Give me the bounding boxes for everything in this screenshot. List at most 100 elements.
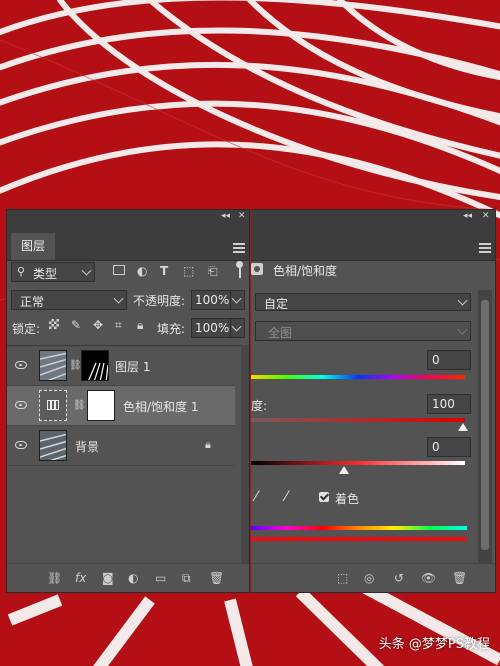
properties-panel-titlebar[interactable]: ◂◂ ✕ <box>251 210 495 223</box>
search-icon: ⚲ <box>17 265 26 278</box>
hue-spectrum-bar <box>251 375 465 379</box>
layers-panel-titlebar[interactable]: ◂◂ ✕ <box>7 210 249 223</box>
lightness-bar <box>251 461 465 465</box>
layers-list: ⛓︎ 图层 1 ⛓︎ 色相/饱和度 1 背景 🔒︎ <box>7 345 241 468</box>
filter-toggle-track <box>239 268 241 278</box>
layers-bottom-toolbar: ⛓︎ fx ◙ ◐ ▭ ⧉ 🗑︎ <box>7 563 249 592</box>
saturation-slider-thumb[interactable] <box>458 423 468 431</box>
panel-menu-icon[interactable] <box>479 243 491 253</box>
lock-transparent-icon[interactable] <box>49 319 59 329</box>
layer-thumbnail <box>39 430 67 461</box>
layer-row[interactable]: 背景 🔒︎ <box>7 426 235 466</box>
opacity-label: 不透明度: <box>133 294 186 308</box>
saturation-value: 100 <box>432 397 455 411</box>
fill-input[interactable]: 100% <box>191 318 245 338</box>
lock-icon[interactable]: 🔒︎ <box>205 438 211 452</box>
adjustment-title: 色相/饱和度 <box>273 264 338 278</box>
filter-smart-object-icon[interactable]: ⎗ <box>208 264 218 278</box>
chevron-down-icon <box>457 324 468 335</box>
lock-artboard-icon[interactable]: ⌗ <box>115 318 122 332</box>
filter-pixel-icon[interactable] <box>113 265 125 275</box>
opacity-dropdown[interactable] <box>230 291 231 309</box>
lock-brush-icon[interactable]: ✎ <box>71 318 81 332</box>
opacity-input[interactable]: 100% <box>191 290 245 310</box>
blend-mode-value: 正常 <box>20 295 45 309</box>
filter-shape-icon[interactable]: ⬚ <box>183 264 194 278</box>
source-color-bar <box>251 526 467 530</box>
blend-mode-select[interactable]: 正常 <box>11 290 127 310</box>
new-layer-icon[interactable]: ⧉ <box>182 571 191 585</box>
lock-position-icon[interactable]: ✥ <box>93 318 103 332</box>
filter-adjustment-icon[interactable]: ◐ <box>137 264 147 278</box>
hue-input[interactable]: 0 <box>427 350 471 370</box>
collapse-icon[interactable]: ◂◂ <box>463 210 472 223</box>
saturation-input[interactable]: 100 <box>427 394 471 414</box>
new-adjustment-layer-icon[interactable]: ◐ <box>128 571 138 585</box>
chevron-down-icon <box>231 293 242 304</box>
tab-layers[interactable]: 图层 <box>11 233 55 260</box>
result-color-bar <box>251 537 467 541</box>
link-layers-icon[interactable]: ⛓︎ <box>47 571 62 585</box>
delete-adjustment-icon[interactable]: 🗑︎ <box>452 571 467 585</box>
close-icon[interactable]: ✕ <box>238 210 246 223</box>
panel-menu-icon[interactable] <box>233 243 245 253</box>
layer-row-selected[interactable]: ⛓︎ 色相/饱和度 1 <box>7 386 235 426</box>
clip-to-layer-icon[interactable]: ⬚ <box>337 571 348 585</box>
colorize-checkbox[interactable] <box>319 492 329 502</box>
layer-filter-label: 类型 <box>33 267 58 281</box>
layer-row[interactable]: ⛓︎ 图层 1 <box>7 346 235 386</box>
layers-panel: ◂◂ ✕ 图层 ⚲ 类型 ◐ T ⬚ ⎗ 正常 不透明度: 100% 锁定: ✎… <box>6 209 250 593</box>
visibility-eye-icon[interactable] <box>15 441 27 449</box>
fill-label: 填充: <box>157 322 186 336</box>
properties-tab-row <box>251 223 495 261</box>
adjustment-mask-dot <box>254 266 260 272</box>
mask-link-icon[interactable]: ⛓︎ <box>73 399 86 413</box>
layers-tab-row: 图层 <box>7 223 249 261</box>
properties-scrollbar-thumb[interactable] <box>481 300 489 550</box>
saturation-bar <box>251 418 465 422</box>
fx-icon[interactable]: fx <box>75 571 86 585</box>
layers-scrollbar[interactable] <box>241 345 249 563</box>
filter-toggle-icon[interactable] <box>236 261 243 268</box>
eyedropper-subtract-icon[interactable]: ⁄ <box>285 490 287 504</box>
mask-link-icon[interactable]: ⛓︎ <box>69 359 82 373</box>
reset-icon[interactable]: ↺ <box>394 571 404 585</box>
visibility-eye-icon[interactable] <box>15 361 27 369</box>
chevron-down-icon <box>113 293 124 304</box>
layer-name: 背景 <box>75 440 100 454</box>
adjustment-layer-icon <box>39 390 67 421</box>
lightness-slider-thumb[interactable] <box>339 466 349 474</box>
new-group-icon[interactable]: ▭ <box>155 571 166 585</box>
preset-select[interactable]: 自定 <box>255 293 471 311</box>
properties-bottom-toolbar: ⬚ ◎ ↺ 👁︎ 🗑︎ <box>251 563 495 592</box>
preset-value: 自定 <box>264 297 289 311</box>
hue-value: 0 <box>432 353 440 367</box>
layer-thumbnail <box>39 350 67 381</box>
opacity-value: 100% <box>195 293 230 307</box>
lightness-input[interactable]: 0 <box>427 437 471 457</box>
fill-dropdown[interactable] <box>230 319 231 337</box>
layer-mask-thumbnail[interactable] <box>81 350 109 381</box>
chevron-down-icon <box>231 321 242 332</box>
lightness-value: 0 <box>432 440 440 454</box>
eyedropper-add-icon[interactable]: ⁄ <box>255 490 257 504</box>
filter-type-icon[interactable]: T <box>160 264 168 278</box>
visibility-eye-icon[interactable] <box>15 401 27 409</box>
lock-label: 锁定: <box>12 322 41 336</box>
layer-mask-thumbnail[interactable] <box>87 390 115 421</box>
channel-value: 全图 <box>268 326 293 340</box>
collapse-icon[interactable]: ◂◂ <box>221 210 230 223</box>
layer-name: 色相/饱和度 1 <box>123 400 199 414</box>
colorize-label: 着色 <box>335 492 360 506</box>
lock-all-icon[interactable]: 🔒︎ <box>137 318 143 332</box>
layer-name: 图层 1 <box>115 360 151 374</box>
add-mask-icon[interactable]: ◙ <box>102 571 114 585</box>
chevron-down-icon <box>457 295 468 306</box>
toggle-visibility-eye-icon[interactable]: 👁︎ <box>421 571 436 585</box>
channel-select[interactable]: 全图 <box>255 321 471 341</box>
properties-scrollbar[interactable] <box>478 290 492 564</box>
delete-layer-icon[interactable]: 🗑︎ <box>209 571 224 585</box>
view-previous-state-icon[interactable]: ◎ <box>364 571 374 585</box>
layer-filter-select[interactable]: ⚲ 类型 <box>11 262 95 282</box>
close-icon[interactable]: ✕ <box>482 210 490 223</box>
